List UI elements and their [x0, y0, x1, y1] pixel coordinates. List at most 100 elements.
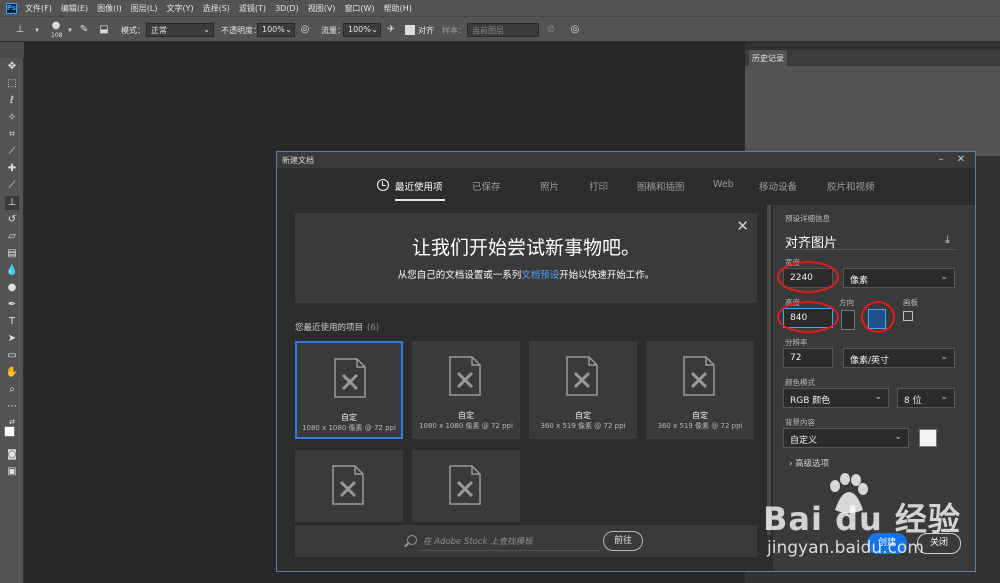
- menu-filter[interactable]: 滤镜(T): [239, 3, 266, 14]
- document-icon: [683, 356, 715, 396]
- artboard-label: 画板: [903, 298, 918, 307]
- path-selection-tool-icon[interactable]: ➤: [5, 332, 19, 346]
- close-banner-icon[interactable]: ✕: [736, 217, 749, 235]
- menu-layer[interactable]: 图层(L): [131, 3, 158, 14]
- clone-stamp-tool-icon[interactable]: ⊥: [5, 196, 19, 210]
- brush-settings-icon[interactable]: ✎: [78, 24, 90, 36]
- bit-depth-select[interactable]: 8 位 ⌄: [897, 388, 955, 408]
- annotation-circle: [777, 261, 839, 293]
- go-button[interactable]: 前往: [603, 531, 643, 551]
- clone-source-icon[interactable]: ⬓: [98, 24, 110, 36]
- menu-select[interactable]: 选择(S): [203, 3, 230, 14]
- lasso-tool-icon[interactable]: ℓ: [5, 94, 19, 108]
- marquee-tool-icon[interactable]: ⬚: [5, 77, 19, 91]
- menu-3d[interactable]: 3D(D): [275, 4, 299, 13]
- flow-input[interactable]: 100% ⌄: [343, 23, 381, 37]
- pressure-size-icon[interactable]: ◎: [569, 24, 581, 36]
- menu-help[interactable]: 帮助(H): [384, 3, 412, 14]
- recent-card[interactable]: [295, 450, 403, 522]
- recent-card[interactable]: 自定 360 x 519 像素 @ 72 ppi: [646, 341, 754, 439]
- dodge-tool-icon[interactable]: ●: [5, 281, 19, 295]
- move-tool-icon[interactable]: ✥: [5, 60, 19, 74]
- eyedropper-tool-icon[interactable]: ⟋: [5, 145, 19, 159]
- menu-edit[interactable]: 编辑(E): [61, 3, 88, 14]
- background-select[interactable]: 自定义 ⌄: [783, 428, 909, 448]
- tab-film-video[interactable]: 胶片和视频: [827, 179, 875, 193]
- sample-select[interactable]: 当前图层: [467, 23, 539, 37]
- dropdown-arrow-icon[interactable]: ▾: [31, 24, 43, 36]
- card-info: 360 x 519 像素 @ 72 ppi: [657, 422, 743, 430]
- preset-details-label: 预设详细信息: [785, 214, 830, 223]
- dialog-titlebar: 新建文档 – ✕: [277, 152, 975, 168]
- menu-file[interactable]: 文件(F): [25, 3, 52, 14]
- eraser-tool-icon[interactable]: ▱: [5, 230, 19, 244]
- pen-tool-icon[interactable]: ✒: [5, 298, 19, 312]
- watermark-url: jingyan.baidu.com: [767, 538, 924, 558]
- hand-tool-icon[interactable]: ✋: [5, 366, 19, 380]
- welcome-banner: 让我们开始尝试新事物吧。 从您自己的文档设置或一系列文档预设开始以快速开始工作。…: [295, 213, 757, 303]
- crop-tool-icon[interactable]: ⌗: [5, 128, 19, 142]
- document-icon: [449, 465, 481, 505]
- stock-search-input[interactable]: 在 Adobe Stock 上查找模板: [423, 535, 533, 547]
- type-tool-icon[interactable]: T: [5, 315, 19, 329]
- tab-art-illustration[interactable]: 图稿和插图: [637, 179, 685, 193]
- blur-tool-icon[interactable]: 💧: [5, 264, 19, 278]
- dropdown-arrow-icon[interactable]: ▾: [64, 24, 76, 36]
- advanced-options-toggle[interactable]: › 高级选项: [789, 457, 829, 469]
- color-mode-select[interactable]: RGB 颜色 ⌄: [783, 388, 889, 408]
- tab-saved[interactable]: 已保存: [472, 179, 501, 193]
- document-icon: [566, 356, 598, 396]
- magic-wand-tool-icon[interactable]: ✧: [5, 111, 19, 125]
- menu-image[interactable]: 图像(I): [97, 3, 122, 14]
- gradient-tool-icon[interactable]: ▤: [5, 247, 19, 261]
- background-color-swatch[interactable]: [919, 429, 937, 447]
- card-name: 自定: [575, 411, 591, 420]
- close-icon[interactable]: ✕: [953, 153, 969, 166]
- brush-size-value: 108: [51, 32, 63, 39]
- recent-card[interactable]: 自定 1080 x 1080 像素 @ 72 ppi: [295, 341, 403, 439]
- flow-label: 流量：: [321, 26, 345, 35]
- recent-card[interactable]: [412, 450, 520, 522]
- tab-print[interactable]: 打印: [589, 179, 608, 193]
- airbrush-icon[interactable]: ✈: [385, 24, 397, 36]
- pressure-opacity-icon[interactable]: ◎: [299, 24, 311, 36]
- stamp-tool-icon[interactable]: ⊥: [14, 24, 26, 36]
- artboard-checkbox[interactable]: [903, 311, 913, 321]
- document-presets-link[interactable]: 文档预设: [521, 270, 559, 281]
- quick-mask-icon[interactable]: ◙: [5, 448, 19, 462]
- width-unit-select[interactable]: 像素 ⌄: [843, 268, 955, 288]
- resolution-input[interactable]: 72: [783, 348, 833, 368]
- tab-web[interactable]: Web: [713, 179, 734, 190]
- align-checkbox[interactable]: [405, 25, 415, 35]
- annotation-circle: [777, 301, 839, 333]
- ignore-adjustment-icon[interactable]: ⊘: [545, 24, 557, 36]
- opacity-input[interactable]: 100% ⌄: [257, 23, 295, 37]
- menu-type[interactable]: 文字(Y): [166, 3, 193, 14]
- resolution-unit-select[interactable]: 像素/英寸 ⌄: [843, 348, 955, 368]
- foreground-color-swatch[interactable]: [4, 426, 15, 437]
- zoom-tool-icon[interactable]: ⌕: [5, 383, 19, 397]
- portrait-orientation-icon[interactable]: [841, 310, 855, 330]
- tab-recent[interactable]: 最近使用项: [395, 179, 443, 193]
- recent-card[interactable]: 自定 1080 x 1080 像素 @ 72 ppi: [412, 341, 520, 439]
- save-preset-icon[interactable]: ⤓: [945, 233, 957, 246]
- healing-brush-tool-icon[interactable]: ✚: [5, 162, 19, 176]
- menu-window[interactable]: 窗口(W): [344, 3, 374, 14]
- rectangle-tool-icon[interactable]: ▭: [5, 349, 19, 363]
- mode-label: 模式：: [121, 26, 145, 35]
- minimize-icon[interactable]: –: [933, 153, 949, 166]
- background-label: 背景内容: [785, 418, 815, 427]
- brush-tool-icon[interactable]: ⟋: [5, 179, 19, 193]
- more-tools-icon[interactable]: ⋯: [5, 400, 19, 414]
- history-brush-tool-icon[interactable]: ↺: [5, 213, 19, 227]
- search-underline: [419, 550, 599, 551]
- mode-select[interactable]: 正常 ⌄: [146, 23, 214, 37]
- menu-view[interactable]: 视图(V): [308, 3, 336, 14]
- brush-preset-icon[interactable]: ●: [50, 20, 62, 32]
- tab-history[interactable]: 历史记录: [749, 50, 787, 66]
- tab-photo[interactable]: 照片: [540, 179, 559, 193]
- chevron-down-icon: ⌄: [940, 352, 948, 362]
- screen-mode-icon[interactable]: ▣: [5, 465, 19, 479]
- recent-card[interactable]: 自定 360 x 519 像素 @ 72 ppi: [529, 341, 637, 439]
- tab-mobile[interactable]: 移动设备: [759, 179, 797, 193]
